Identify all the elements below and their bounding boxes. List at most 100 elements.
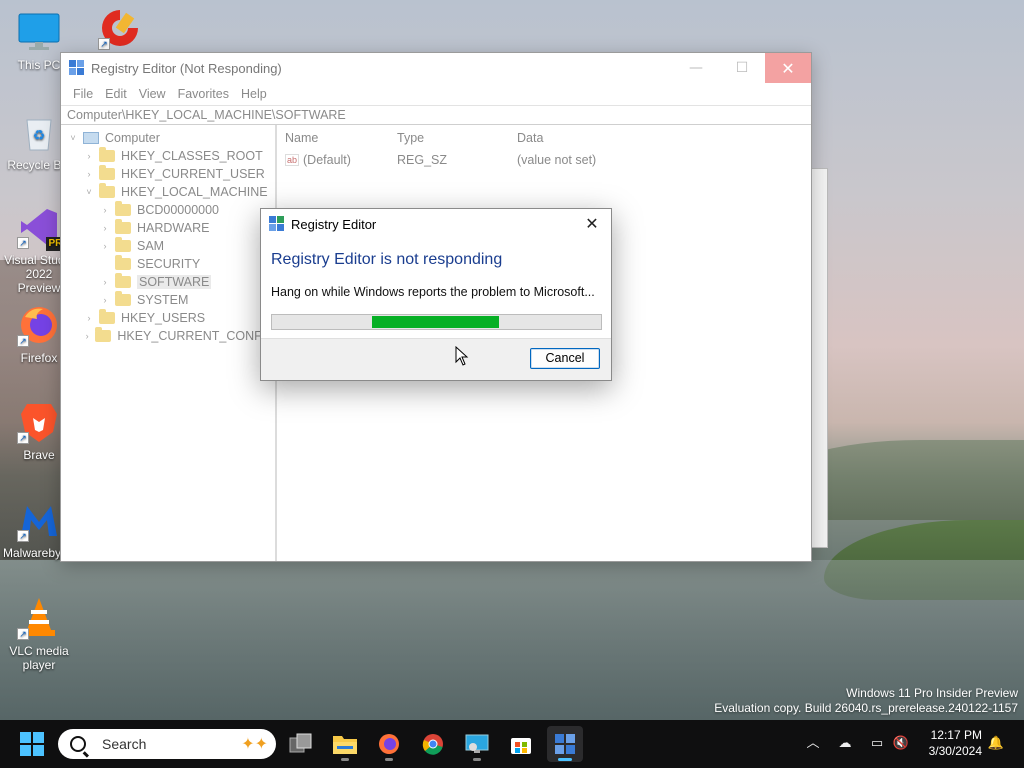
malwarebytes-icon: ↗ <box>17 498 61 542</box>
tree-node-label: SOFTWARE <box>137 275 212 289</box>
tree-expand-chevron-icon[interactable]: ˅ <box>67 133 79 143</box>
not-responding-dialog[interactable]: Registry Editor ✕ Registry Editor is not… <box>260 208 612 381</box>
show-hidden-icons-chevron-icon[interactable]: ︿ <box>803 734 823 754</box>
tree-expand-chevron-icon[interactable]: ˅ <box>83 187 95 197</box>
tree-expand-chevron-icon[interactable]: › <box>99 295 111 305</box>
folder-icon <box>333 736 357 754</box>
taskbar-file-explorer[interactable] <box>327 726 363 762</box>
progress-bar <box>271 314 602 330</box>
menu-edit[interactable]: Edit <box>99 87 133 101</box>
tree-expand-chevron-icon[interactable]: › <box>99 205 111 215</box>
tree-node-label: SYSTEM <box>137 293 189 307</box>
tree-expand-chevron-icon[interactable]: › <box>83 331 91 341</box>
tree-node[interactable]: › SYSTEM <box>61 291 275 309</box>
firefox-icon: ↗ <box>17 303 61 347</box>
tree-node[interactable]: ˅ Computer <box>61 129 275 147</box>
shortcut-arrow-icon: ↗ <box>17 432 29 444</box>
registry-tree: ˅ Computer › HKEY_CLASSES_ROOT › HKEY_CURRENT… <box>61 125 277 561</box>
tree-expand-chevron-icon[interactable]: › <box>83 169 95 179</box>
tree-node[interactable]: › HKEY_CURRENT_CONFIG <box>61 327 275 345</box>
menu-file[interactable]: File <box>67 87 99 101</box>
shortcut-arrow-icon: ↗ <box>17 530 29 542</box>
value-name: (Default) <box>303 153 351 167</box>
minimize-button[interactable]: — <box>673 53 719 83</box>
desktop-icon-ccleaner[interactable]: ↗ <box>84 6 156 54</box>
dialog-close-icon[interactable]: ✕ <box>581 213 603 235</box>
taskbar-chrome[interactable] <box>415 726 451 762</box>
taskbar: Search ✦✦ ︿ ☁ ▭ 🔇 12:17 PM 3/30/2024 🔔 <box>0 720 1024 768</box>
shortcut-arrow-icon: ↗ <box>17 237 29 249</box>
folder-icon <box>115 291 131 306</box>
tree-node[interactable]: SECURITY <box>61 255 275 273</box>
tree-node[interactable]: › HARDWARE <box>61 219 275 237</box>
tree-node[interactable]: › HKEY_CURRENT_USER <box>61 165 275 183</box>
address-bar[interactable]: Computer\HKEY_LOCAL_MACHINE\SOFTWARE <box>61 105 811 125</box>
remote-desktop-icon <box>465 734 489 753</box>
taskbar-microsoft-store[interactable] <box>503 726 539 762</box>
tree-expand-chevron-icon[interactable]: › <box>83 313 95 323</box>
tree-expand-chevron-icon[interactable]: › <box>99 277 111 287</box>
task-view-icon <box>289 733 312 753</box>
tree-node[interactable]: › BCD00000000 <box>61 201 275 219</box>
tree-node-label: HKEY_CLASSES_ROOT <box>121 149 263 163</box>
folder-icon <box>115 237 131 252</box>
menu-help[interactable]: Help <box>235 87 273 101</box>
chrome-icon <box>422 734 443 755</box>
tree-node-label: HKEY_CURRENT_USER <box>121 167 265 181</box>
menu-view[interactable]: View <box>133 87 172 101</box>
shortcut-arrow-icon: ↗ <box>17 335 29 347</box>
registry-editor-icon <box>69 60 85 76</box>
desktop-icon-vlc[interactable]: ↗ VLC media player <box>3 596 75 672</box>
taskbar-search[interactable]: Search ✦✦ <box>58 729 276 759</box>
start-button[interactable] <box>20 732 44 756</box>
taskbar-firefox[interactable] <box>371 726 407 762</box>
ccleaner-icon: ↗ <box>98 6 142 50</box>
mouse-cursor-icon <box>455 346 469 366</box>
watermark-line-2: Evaluation copy. Build 26040.rs_prerelea… <box>714 701 1018 715</box>
tree-node-label: HKEY_CURRENT_CONFIG <box>117 329 275 343</box>
close-button[interactable]: ✕ <box>765 53 811 83</box>
tree-expand-chevron-icon[interactable]: › <box>83 151 95 161</box>
value-row[interactable]: ab (Default) REG_SZ (value not set) <box>277 151 811 169</box>
taskbar-clock[interactable]: 12:17 PM 3/30/2024 <box>929 727 982 759</box>
column-header-name[interactable]: Name <box>277 131 397 145</box>
cancel-button[interactable]: Cancel <box>530 348 600 369</box>
onedrive-offline-icon[interactable]: ☁ <box>835 734 855 754</box>
folder-icon <box>115 219 131 234</box>
tree-node-label: SAM <box>137 239 165 253</box>
tree-expand-chevron-icon[interactable]: › <box>99 241 111 251</box>
column-header-type[interactable]: Type <box>397 131 517 145</box>
folder-icon <box>99 165 115 180</box>
notification-bell-icon[interactable]: 🔔 <box>986 734 1006 754</box>
tree-node[interactable]: › HKEY_USERS <box>61 309 275 327</box>
folder-icon <box>115 201 131 216</box>
taskbar-registry-editor[interactable] <box>547 726 583 762</box>
tree-expand-chevron-icon[interactable]: › <box>99 223 111 233</box>
tree-node[interactable]: › SOFTWARE <box>61 273 275 291</box>
tree-node[interactable]: › SAM <box>61 237 275 255</box>
title-bar[interactable]: Registry Editor (Not Responding) — ☐ ✕ <box>61 53 811 83</box>
tree-node[interactable]: ˅ HKEY_LOCAL_MACHINE <box>61 183 275 201</box>
clock-time: 12:17 PM <box>930 728 982 742</box>
network-icon[interactable]: ▭ <box>867 734 887 754</box>
dialog-title-bar[interactable]: Registry Editor ✕ <box>261 209 611 239</box>
menu-favorites[interactable]: Favorites <box>172 87 235 101</box>
firefox-icon <box>379 734 399 754</box>
value-type: REG_SZ <box>397 153 448 167</box>
tree-node-label: BCD00000000 <box>137 203 220 217</box>
shortcut-arrow-icon: ↗ <box>98 38 110 50</box>
taskbar-task-view[interactable] <box>283 726 319 762</box>
store-bag-icon <box>511 738 531 754</box>
folder-icon <box>99 147 115 162</box>
window-title: Registry Editor (Not Responding) <box>91 60 282 76</box>
maximize-button[interactable]: ☐ <box>719 53 765 83</box>
tree-node-label: HKEY_USERS <box>121 311 206 325</box>
computer-icon <box>83 132 99 144</box>
volume-muted-icon[interactable]: 🔇 <box>891 734 911 754</box>
folder-icon <box>99 183 115 198</box>
brave-lion-icon: ↗ <box>17 400 61 444</box>
column-header-data[interactable]: Data <box>517 131 811 145</box>
tree-node[interactable]: › HKEY_CLASSES_ROOT <box>61 147 275 165</box>
taskbar-remote-desktop[interactable] <box>459 726 495 762</box>
search-icon <box>70 736 86 752</box>
